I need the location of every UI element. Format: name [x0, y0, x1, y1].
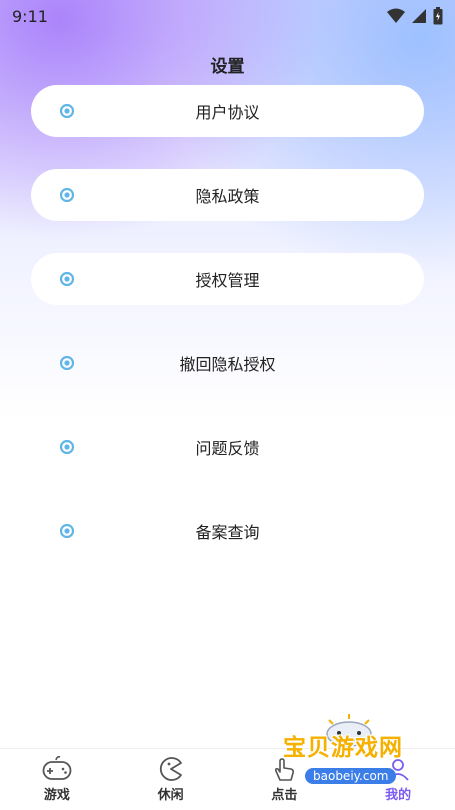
menu-item-label: 授权管理 — [195, 271, 260, 290]
bullet-dot-icon — [60, 104, 74, 118]
menu-item-label: 隐私政策 — [195, 187, 260, 206]
tab-label: 点击 — [271, 788, 298, 803]
wifi-icon — [387, 8, 405, 23]
signal-icon — [412, 9, 426, 23]
menu-item-label: 撤回隐私授权 — [179, 355, 276, 374]
status-icons — [387, 7, 443, 25]
bullet-dot-icon — [60, 356, 74, 370]
tap-hand-icon — [275, 758, 295, 781]
tab-label: 休闲 — [157, 788, 184, 803]
tab-casual[interactable]: 休闲 — [114, 749, 228, 810]
bottom-tab-bar: 游戏 休闲 点击 我的 — [0, 748, 455, 810]
tab-label: 我的 — [385, 788, 412, 803]
menu-item-filing-query[interactable]: 备案查询 — [31, 505, 424, 557]
bullet-dot-icon — [60, 188, 74, 202]
tab-mine[interactable]: 我的 — [341, 749, 455, 810]
tab-games[interactable]: 游戏 — [0, 749, 114, 810]
gamepad-icon — [42, 756, 72, 780]
menu-item-label: 备案查询 — [195, 523, 260, 542]
pacman-icon — [159, 757, 182, 781]
menu-item-feedback[interactable]: 问题反馈 — [31, 421, 424, 473]
menu-item-label: 用户协议 — [195, 103, 260, 122]
status-bar: 9:11 — [0, 0, 455, 32]
profile-icon — [387, 759, 409, 781]
bullet-dot-icon — [60, 272, 74, 286]
page-title: 设置 — [210, 57, 245, 77]
menu-item-privacy-policy[interactable]: 隐私政策 — [31, 169, 424, 221]
menu-item-user-agreement[interactable]: 用户协议 — [31, 85, 424, 137]
status-time: 9:11 — [12, 6, 48, 26]
menu-item-revoke-privacy[interactable]: 撤回隐私授权 — [31, 337, 424, 389]
bullet-dot-icon — [60, 440, 74, 454]
tab-click[interactable]: 点击 — [228, 749, 342, 810]
battery-icon — [433, 7, 443, 25]
menu-item-authorization-management[interactable]: 授权管理 — [31, 253, 424, 305]
menu-item-label: 问题反馈 — [195, 439, 260, 458]
bullet-dot-icon — [60, 524, 74, 538]
tab-label: 游戏 — [43, 788, 70, 803]
